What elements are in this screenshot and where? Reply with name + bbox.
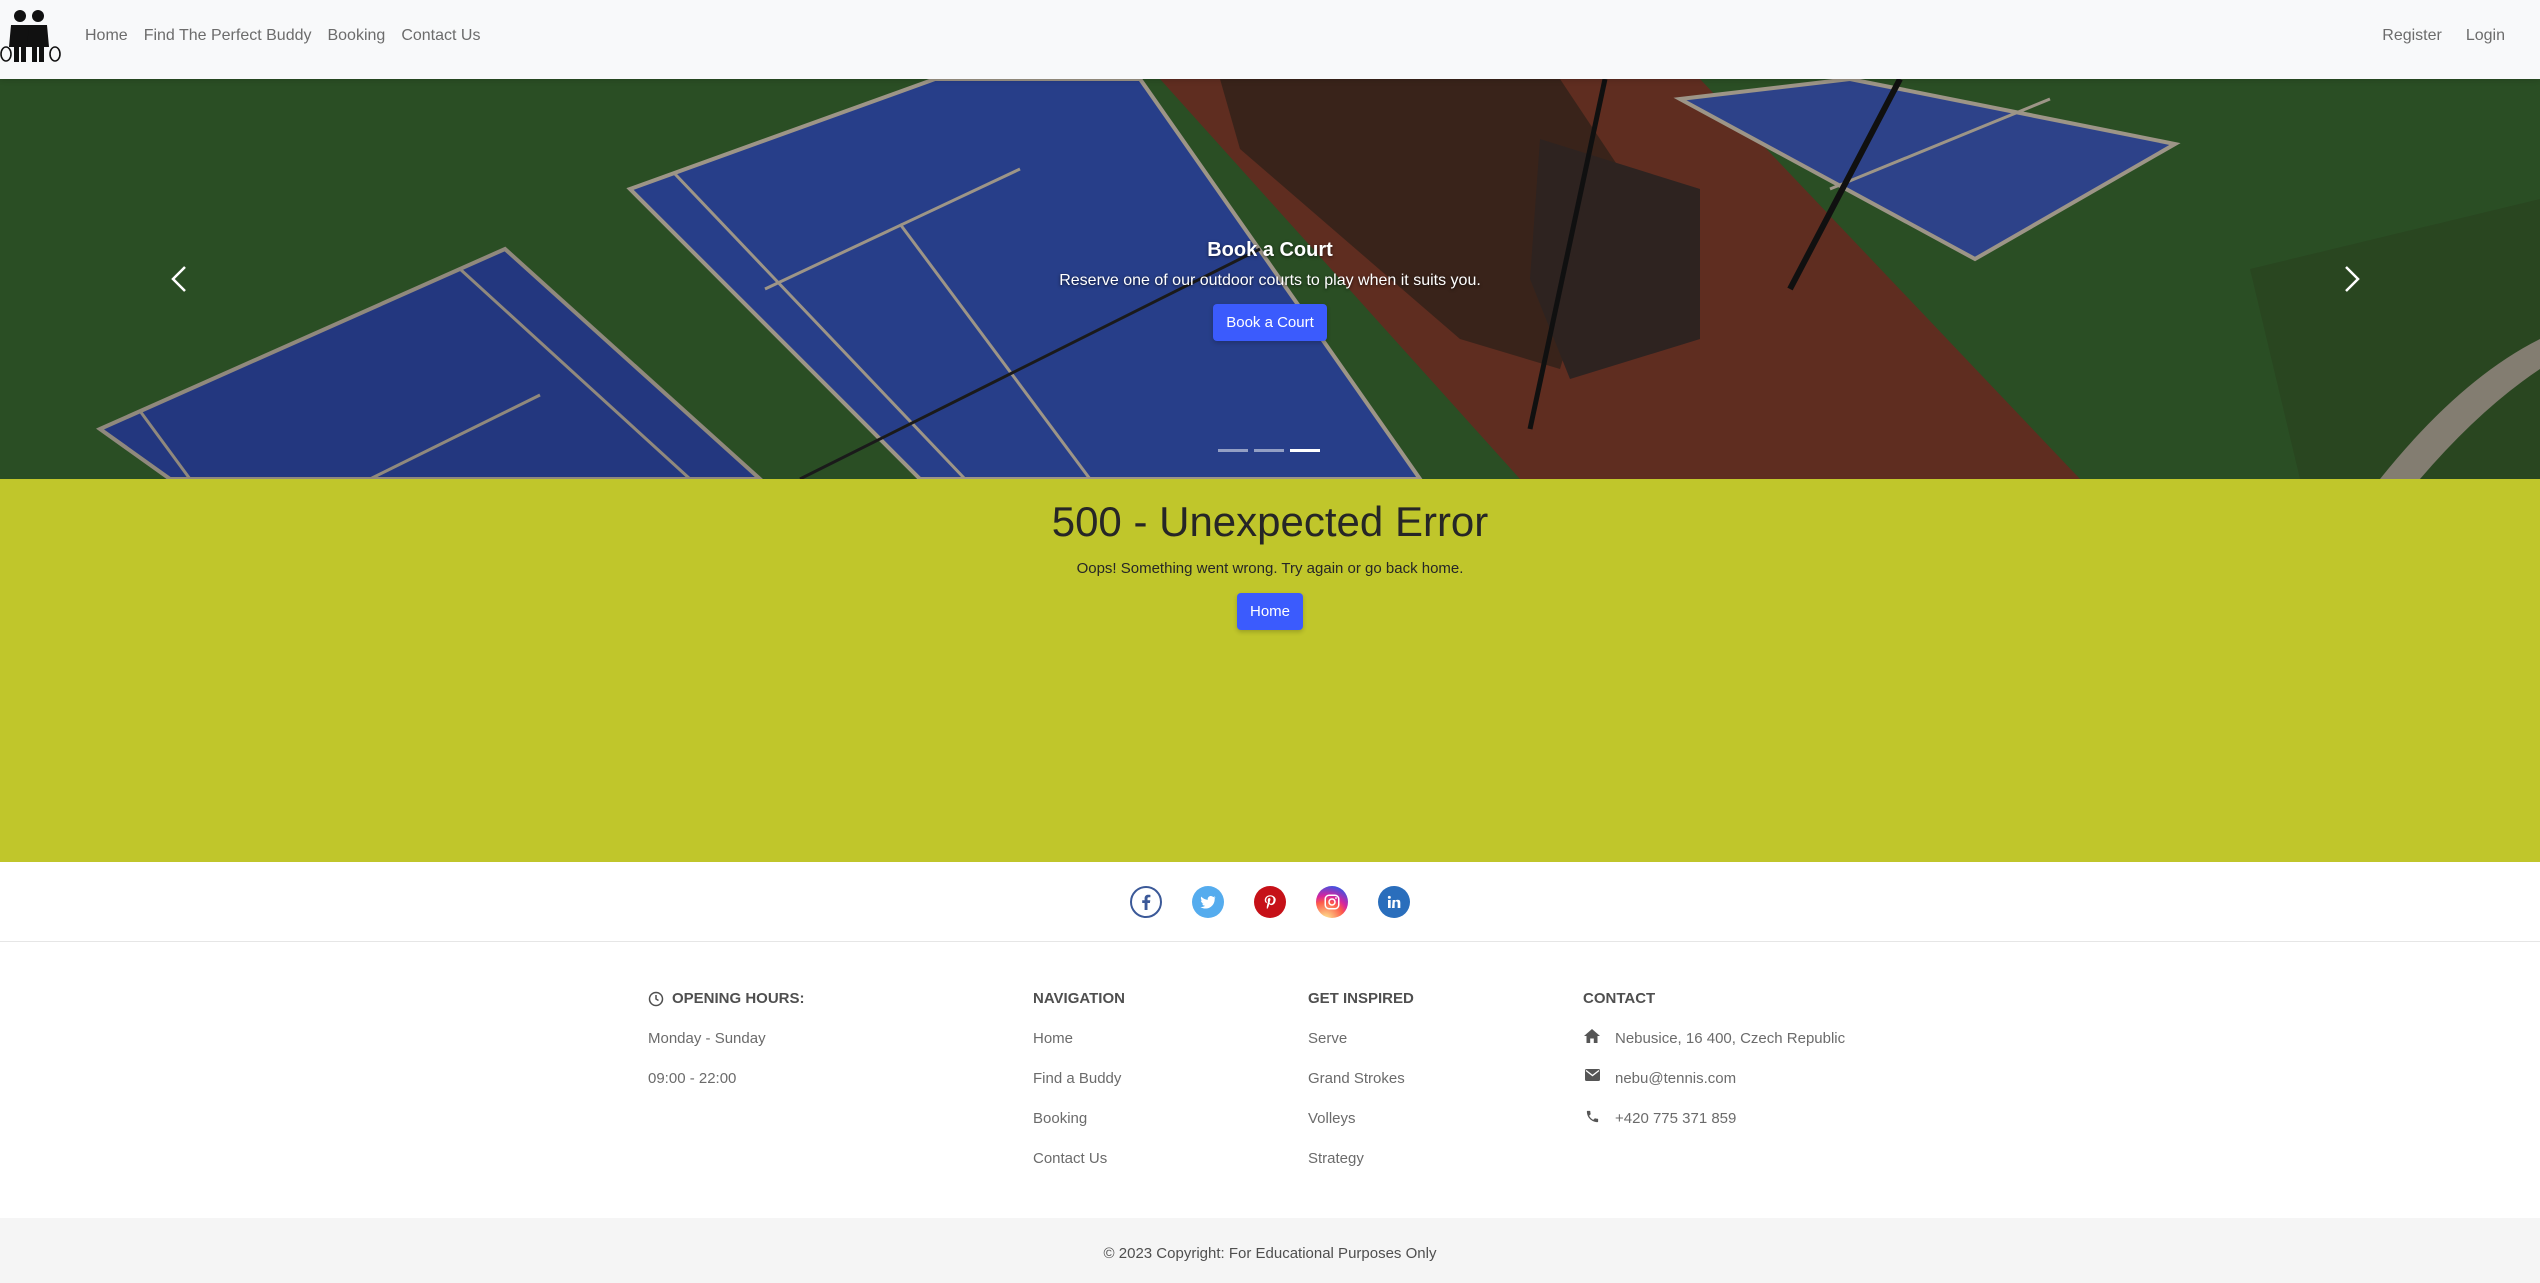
- error-title: 500 - Unexpected Error: [1051, 498, 1489, 545]
- contact-email: nebu@tennis.com: [1583, 1069, 1845, 1109]
- instagram-link[interactable]: [1316, 885, 1348, 918]
- opening-hours-heading: Opening hours:: [672, 990, 805, 1007]
- home-icon: [1584, 1029, 1600, 1043]
- opening-time: 09:00 - 22:00: [648, 1070, 737, 1087]
- footer-link-find-buddy[interactable]: Find a Buddy: [1033, 1069, 1125, 1109]
- nav-booking[interactable]: Booking: [327, 27, 385, 45]
- nav-register[interactable]: Register: [2382, 27, 2442, 45]
- footer-opening-hours: Opening hours: Monday - Sunday 09:00 - 2…: [648, 990, 805, 1109]
- linkedin-link[interactable]: [1378, 885, 1410, 918]
- carousel-indicator-3[interactable]: [1290, 449, 1320, 452]
- navigation-heading: Navigation: [1033, 990, 1125, 1007]
- chevron-left-icon: [171, 266, 186, 292]
- contact-address: Nebusice, 16 400, Czech Republic: [1583, 1029, 1845, 1069]
- footer-link-booking[interactable]: Booking: [1033, 1109, 1125, 1149]
- carousel-prev-button[interactable]: [161, 259, 201, 299]
- social-links: [0, 862, 2540, 942]
- twitter-icon: [1200, 895, 1216, 909]
- footer-get-inspired: Get inspired Serve Grand Strokes Volleys…: [1308, 990, 1414, 1189]
- tennis-buddies-logo-icon: [0, 10, 61, 62]
- clock-icon: [648, 991, 664, 1006]
- footer-link-grand-strokes[interactable]: Grand Strokes: [1308, 1069, 1414, 1109]
- facebook-icon: [1142, 894, 1151, 910]
- carousel-indicator-1[interactable]: [1218, 449, 1248, 452]
- footer-navigation: Navigation Home Find a Buddy Booking Con…: [1033, 990, 1125, 1189]
- pinterest-icon: [1264, 894, 1276, 909]
- pinterest-link[interactable]: [1254, 885, 1286, 918]
- copyright: © 2023 Copyright: For Educational Purpos…: [0, 1218, 2540, 1283]
- nav-find-buddy[interactable]: Find The Perfect Buddy: [144, 27, 312, 45]
- instagram-icon: [1324, 894, 1340, 909]
- facebook-link[interactable]: [1130, 885, 1162, 918]
- get-inspired-heading: Get inspired: [1308, 990, 1414, 1007]
- carousel-next-button[interactable]: [2330, 259, 2370, 299]
- footer-link-contact[interactable]: Contact Us: [1033, 1149, 1125, 1189]
- footer-link-serve[interactable]: Serve: [1308, 1029, 1414, 1069]
- footer-link-home[interactable]: Home: [1033, 1029, 1125, 1069]
- linkedin-icon: [1387, 895, 1401, 908]
- carousel-indicator-2[interactable]: [1254, 449, 1284, 452]
- carousel-text: Reserve one of our outdoor courts to pla…: [1059, 272, 1481, 289]
- nav-login[interactable]: Login: [2466, 27, 2505, 45]
- twitter-link[interactable]: [1192, 885, 1224, 918]
- nav-contact[interactable]: Contact Us: [401, 27, 480, 45]
- book-court-button[interactable]: Book a Court: [1213, 304, 1327, 341]
- footer-link-volleys[interactable]: Volleys: [1308, 1109, 1414, 1149]
- opening-days: Monday - Sunday: [648, 1030, 766, 1047]
- footer: Opening hours: Monday - Sunday 09:00 - 2…: [0, 943, 2540, 1218]
- footer-link-strategy[interactable]: Strategy: [1308, 1149, 1414, 1189]
- error-section: 500 - Unexpected Error Oops! Something w…: [0, 479, 2540, 862]
- navbar: Home Find The Perfect Buddy Booking Cont…: [0, 0, 2540, 79]
- footer-contact: Contact Nebusice, 16 400, Czech Republic…: [1583, 990, 1845, 1149]
- contact-heading: Contact: [1583, 990, 1656, 1007]
- carousel-title: Book a Court: [1207, 239, 1333, 261]
- carousel-indicators: [1218, 449, 1326, 452]
- carousel-caption: Book a Court Reserve one of our outdoor …: [0, 239, 2540, 341]
- nav-home[interactable]: Home: [85, 27, 128, 45]
- contact-phone: +420 775 371 859: [1583, 1109, 1845, 1149]
- home-button[interactable]: Home: [1236, 593, 1303, 630]
- envelope-icon: [1584, 1069, 1600, 1081]
- error-text: Oops! Something went wrong. Try again or…: [1076, 560, 1464, 577]
- chevron-right-icon: [2345, 266, 2360, 292]
- phone-icon: [1586, 1110, 1598, 1123]
- logo[interactable]: [0, 6, 64, 66]
- hero-carousel: Book a Court Reserve one of our outdoor …: [0, 79, 2540, 479]
